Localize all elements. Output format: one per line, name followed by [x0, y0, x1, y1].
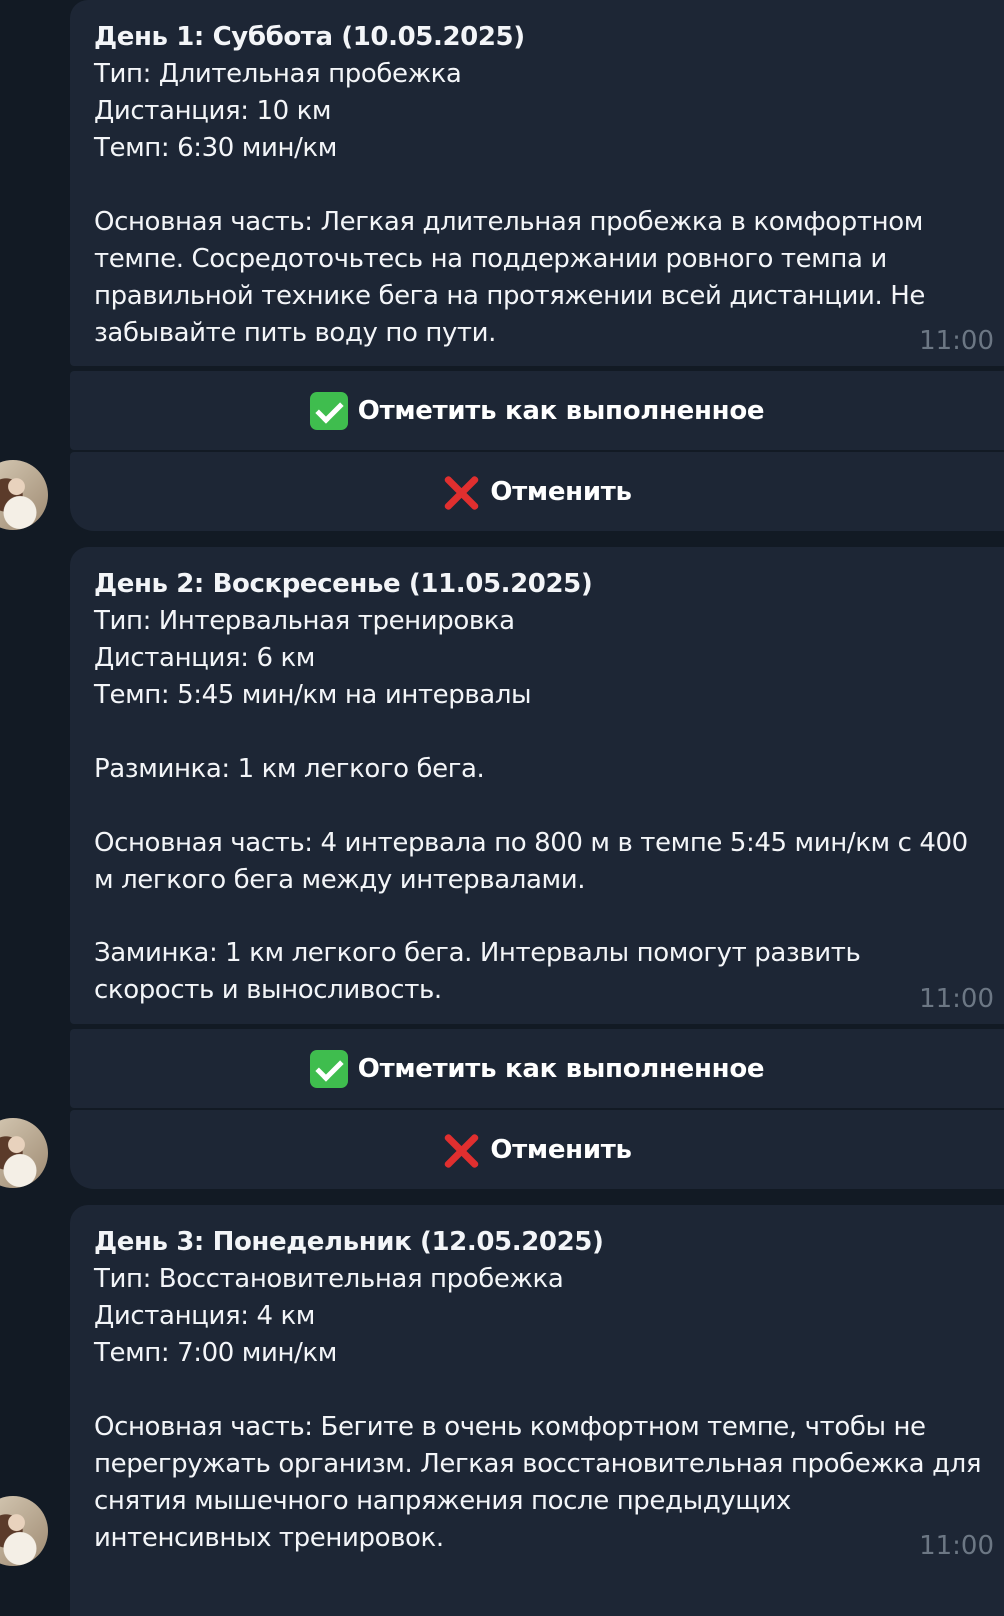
workout-pace: Темп: 5:45 мин/км на интервалы [94, 680, 532, 710]
message-title: День 2: Воскресенье (11.05.2025) [94, 569, 593, 599]
bot-message-day-1: День 1: Суббота (10.05.2025) Тип: Длител… [70, 0, 1004, 366]
message-title: День 1: Суббота (10.05.2025) [94, 22, 525, 52]
check-mark-icon [309, 391, 348, 430]
workout-main-line: м легкого бега между интервалами. [94, 865, 586, 895]
bot-message-day-3: День 3: Понедельник (12.05.2025) Тип: Во… [70, 1205, 1004, 1616]
workout-description-line: правильной технике бега на протяжении вс… [94, 281, 926, 311]
cancel-label: Отменить [490, 476, 632, 507]
workout-pace: Темп: 6:30 мин/км [94, 133, 337, 163]
workout-distance: Дистанция: 4 км [94, 1301, 315, 1331]
check-mark-icon [309, 1049, 348, 1088]
chat-history: День 1: Суббота (10.05.2025) Тип: Длител… [0, 0, 1004, 1616]
cancel-label: Отменить [490, 1134, 632, 1165]
workout-pace: Темп: 7:00 мин/км [94, 1338, 337, 1368]
workout-type: Тип: Длительная пробежка [94, 59, 462, 89]
workout-description-line: Основная часть: Легкая длительная пробеж… [94, 207, 923, 237]
mark-done-label: Отметить как выполненное [357, 395, 765, 426]
workout-cooldown-line: Заминка: 1 км легкого бега. Интервалы по… [94, 938, 861, 968]
workout-description-line: темпе. Сосредоточьтесь на поддержании ро… [94, 244, 887, 274]
avatar[interactable] [0, 1118, 48, 1188]
workout-type: Тип: Интервальная тренировка [94, 606, 515, 636]
workout-distance: Дистанция: 6 км [94, 643, 315, 673]
message-time: 11:00 [919, 1531, 994, 1561]
message-title: День 3: Понедельник (12.05.2025) [94, 1227, 604, 1257]
avatar[interactable] [0, 460, 48, 530]
workout-description-line: забывайте пить воду по пути. [94, 318, 497, 348]
workout-description-line: интенсивных тренировок. [94, 1523, 444, 1553]
mark-done-button[interactable]: Отметить как выполненное [70, 371, 1004, 450]
workout-description-line: снятия мышечного напряжения после предыд… [94, 1486, 791, 1516]
cross-mark-icon [442, 473, 480, 511]
workout-warmup: Разминка: 1 км легкого бега. [94, 754, 485, 784]
message-time: 11:00 [919, 326, 994, 356]
workout-type: Тип: Восстановительная пробежка [94, 1264, 564, 1294]
avatar[interactable] [0, 1496, 48, 1566]
cancel-button[interactable]: Отменить [70, 1110, 1004, 1189]
mark-done-button[interactable]: Отметить как выполненное [70, 1029, 1004, 1108]
mark-done-label: Отметить как выполненное [357, 1053, 765, 1084]
cancel-button[interactable]: Отменить [70, 452, 1004, 531]
message-time: 11:00 [919, 984, 994, 1014]
workout-description-line: перегружать организм. Легкая восстановит… [94, 1449, 982, 1479]
bot-message-day-2: День 2: Воскресенье (11.05.2025) Тип: Ин… [70, 547, 1004, 1024]
cross-mark-icon [442, 1131, 480, 1169]
workout-cooldown-line: скорость и выносливость. [94, 975, 442, 1005]
workout-distance: Дистанция: 10 км [94, 96, 332, 126]
workout-description-line: Основная часть: Бегите в очень комфортно… [94, 1412, 926, 1442]
workout-main-line: Основная часть: 4 интервала по 800 м в т… [94, 828, 968, 858]
